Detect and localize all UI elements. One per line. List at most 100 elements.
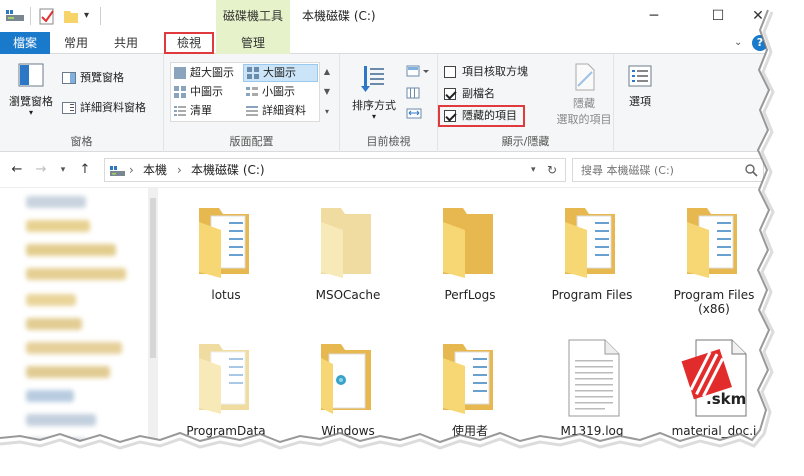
help-icon[interactable]: ?: [752, 35, 768, 51]
nav-item[interactable]: [26, 366, 110, 378]
layout-small-icons[interactable]: 小圖示: [243, 83, 318, 101]
folder-icon: [321, 208, 371, 278]
sort-by-button[interactable]: 排序方式 ▾: [346, 62, 402, 121]
item-checkboxes-toggle[interactable]: 項目核取方塊: [444, 62, 528, 82]
nav-item[interactable]: [26, 268, 126, 280]
breadcrumb-local-disk[interactable]: 本機磁碟 (C:): [191, 159, 265, 181]
hide-selected-button[interactable]: 隱藏 選取的項目: [556, 62, 612, 127]
group-by-button[interactable]: [406, 64, 432, 80]
panes-group-label: 窗格: [70, 135, 93, 148]
nav-item[interactable]: [26, 342, 122, 354]
hidden-items-checkbox[interactable]: [444, 110, 456, 122]
nav-item[interactable]: [26, 318, 82, 330]
drive-icon[interactable]: [4, 6, 26, 26]
add-columns-icon: [406, 87, 420, 99]
breadcrumb-separator: ›: [177, 163, 182, 177]
panes-group: 瀏覽窗格 ▾ 預覽窗格 詳細資料窗格 窗格: [0, 54, 164, 152]
gallery-scroll[interactable]: ▲ ▼ ▾: [321, 62, 333, 122]
tab-share[interactable]: 共用: [104, 32, 148, 54]
folder-item-msocache[interactable]: MSOCache: [288, 202, 408, 302]
toolbar-separator: [100, 7, 101, 25]
tab-file[interactable]: 檔案: [0, 32, 50, 54]
layout-large-label: 大圖示: [263, 66, 296, 79]
minimize-button[interactable]: ─: [632, 0, 676, 32]
item-name: PerfLogs: [444, 288, 496, 302]
nav-scrollbar-thumb[interactable]: [150, 198, 156, 358]
nav-item[interactable]: [26, 438, 86, 450]
folder-item-program-files-x86[interactable]: Program Files (x86): [654, 202, 772, 316]
tab-home[interactable]: 常用: [52, 32, 100, 54]
folder-item-lotus[interactable]: lotus: [166, 202, 286, 302]
file-extensions-toggle[interactable]: 副檔名: [444, 84, 495, 104]
folder-item-program-files[interactable]: Program Files: [532, 202, 652, 302]
nav-item[interactable]: [26, 390, 74, 402]
nav-item[interactable]: [26, 294, 76, 306]
nav-item[interactable]: [26, 220, 90, 232]
folder-item-programdata[interactable]: ProgramData: [166, 338, 286, 438]
layout-list[interactable]: 清單: [171, 102, 243, 120]
list-view-icon: [174, 106, 186, 116]
file-extensions-checkbox[interactable]: [444, 88, 456, 100]
search-box[interactable]: [572, 158, 764, 182]
layout-large-icons[interactable]: 大圖示: [243, 64, 318, 82]
nav-item[interactable]: [26, 244, 116, 256]
customize-qat-icon[interactable]: ▾: [84, 6, 96, 26]
chevron-down-icon: ▾: [28, 108, 33, 117]
item-name: ProgramData: [186, 424, 266, 438]
folder-icon: [565, 208, 615, 278]
tab-view[interactable]: 檢視: [164, 32, 214, 54]
chevron-down-icon[interactable]: ⌄: [734, 32, 750, 54]
properties-icon[interactable]: [38, 6, 56, 26]
add-columns-button[interactable]: [406, 86, 432, 102]
breadcrumb-separator: ›: [129, 163, 134, 177]
text-file-icon: [568, 339, 620, 417]
nav-item[interactable]: [26, 414, 96, 426]
chevron-down-icon: ▾: [371, 112, 376, 121]
close-button[interactable]: ✕: [736, 0, 780, 32]
address-dropdown-icon[interactable]: ▾: [531, 159, 536, 181]
preview-pane-button[interactable]: 預覽窗格: [62, 68, 124, 88]
current-view-group: 排序方式 ▾ 目前檢視: [340, 54, 438, 152]
details-pane-button[interactable]: 詳細資料窗格: [62, 98, 146, 118]
nav-item[interactable]: [26, 196, 86, 208]
options-button[interactable]: 選項: [620, 64, 660, 109]
folder-icon: [199, 344, 249, 414]
file-item-skm[interactable]: .skm material_doc.i: [654, 338, 772, 438]
preview-pane-label: 預覽窗格: [80, 71, 124, 84]
ribbon: 瀏覽窗格 ▾ 預覽窗格 詳細資料窗格 窗格 超大圖示 大圖示 中圖示 小圖示 清…: [0, 54, 770, 152]
tab-manage[interactable]: 管理: [216, 32, 290, 54]
extra-large-icons-icon: [174, 67, 186, 79]
search-icon[interactable]: [744, 163, 758, 177]
size-columns-button[interactable]: [406, 106, 432, 122]
file-item-log[interactable]: M1319.log: [532, 338, 652, 438]
up-button[interactable]: ↑: [76, 160, 94, 180]
new-folder-icon[interactable]: [62, 6, 80, 26]
navigation-pane-button[interactable]: 瀏覽窗格 ▾: [4, 62, 58, 117]
folder-item-windows[interactable]: Windows: [288, 338, 408, 438]
back-button[interactable]: ←: [8, 160, 26, 180]
folder-icon: [687, 208, 737, 278]
navigation-pane[interactable]: [0, 188, 160, 476]
file-extensions-label: 副檔名: [462, 87, 495, 100]
layout-medium-icons[interactable]: 中圖示: [171, 83, 243, 101]
forward-button[interactable]: →: [32, 160, 50, 180]
recent-locations-button[interactable]: ▾: [54, 160, 72, 180]
item-checkboxes-checkbox[interactable]: [444, 66, 456, 78]
show-hide-group: 項目核取方塊 副檔名 隱藏的項目 隱藏 選取的項目 顯示/隱藏: [438, 54, 614, 152]
show-hide-group-label: 顯示/隱藏: [501, 135, 550, 148]
hide-selected-label-2: 選取的項目: [556, 113, 612, 126]
folder-item-users[interactable]: 使用者: [410, 338, 530, 438]
hidden-items-toggle[interactable]: 隱藏的項目: [438, 105, 525, 127]
breadcrumb-this-pc[interactable]: 本機: [143, 159, 167, 181]
options-label: 選項: [629, 95, 651, 108]
layout-details[interactable]: 詳細資料: [243, 102, 318, 120]
details-pane-icon: [62, 102, 76, 114]
group-by-icon: [406, 65, 429, 77]
address-box[interactable]: › 本機 › 本機磁碟 (C:) ▾ ↻: [104, 158, 566, 182]
item-name: 使用者: [451, 424, 488, 438]
maximize-button[interactable]: ☐: [696, 0, 740, 32]
layout-extra-large-icons[interactable]: 超大圖示: [171, 64, 243, 82]
folder-item-perflogs[interactable]: PerfLogs: [410, 202, 530, 302]
refresh-icon[interactable]: ↻: [547, 159, 557, 181]
search-input[interactable]: [581, 162, 741, 178]
